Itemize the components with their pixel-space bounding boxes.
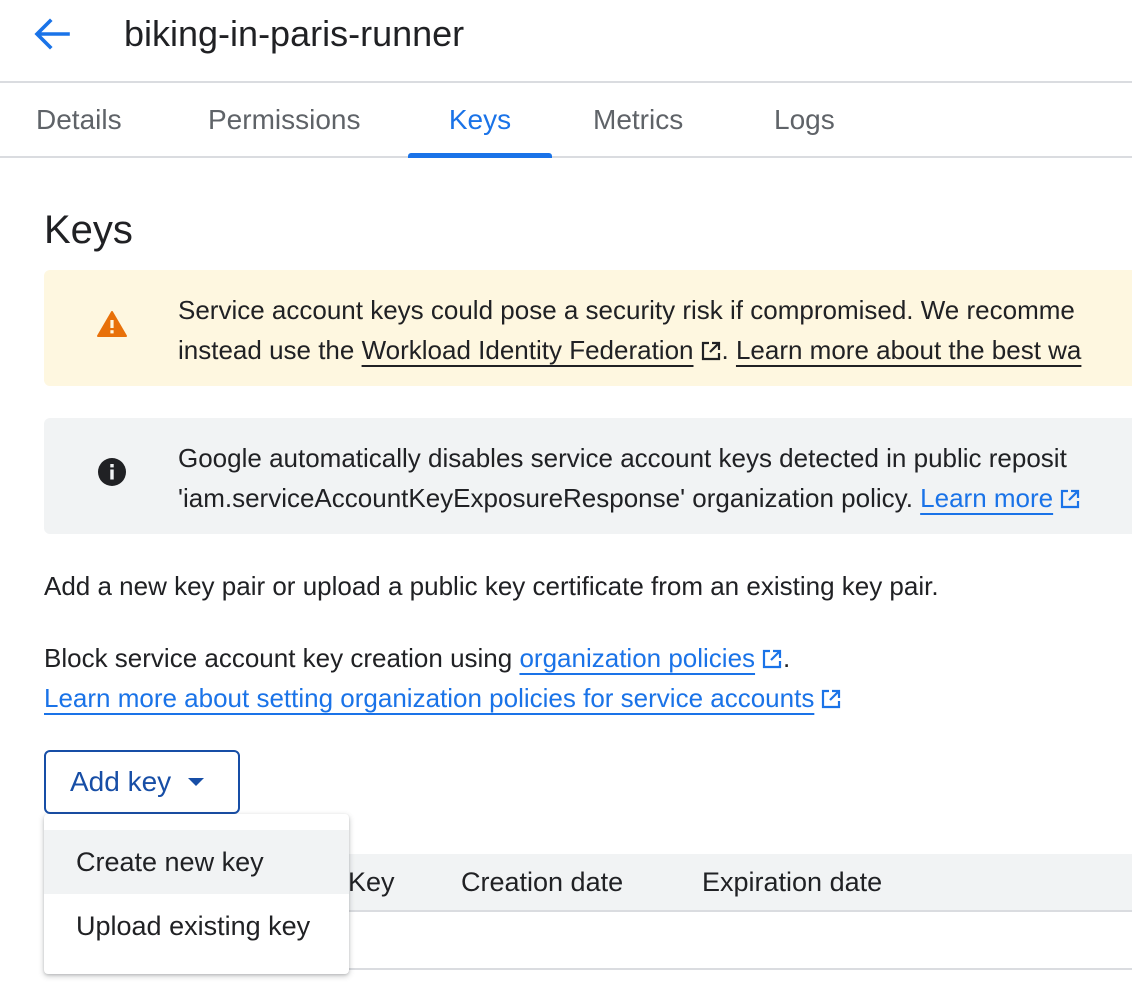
security-warning-banner: Service account keys could pose a securi… — [44, 270, 1132, 386]
learn-more-best-practices-link[interactable]: Learn more about the best wa — [736, 335, 1081, 365]
menu-item-create-new-key[interactable]: Create new key — [44, 830, 349, 894]
tab-metrics[interactable]: Metrics — [593, 83, 683, 156]
active-tab-indicator — [408, 153, 552, 158]
back-button[interactable] — [30, 14, 74, 54]
top-bar: biking-in-paris-runner — [0, 0, 1132, 83]
info-line-2-prefix: 'iam.serviceAccountKeyExposureResponse' … — [178, 483, 921, 513]
block-key-creation-text: Block service account key creation using… — [44, 638, 790, 678]
dropdown-caret-icon — [188, 778, 204, 786]
block-text-suffix: . — [783, 643, 791, 673]
learn-more-org-policies-row: Learn more about setting organization po… — [44, 678, 842, 718]
info-text: Google automatically disables service ac… — [178, 438, 1081, 518]
tab-keys[interactable]: Keys — [408, 83, 552, 156]
tab-bar: Details Permissions Keys Metrics Logs — [0, 83, 1132, 158]
warning-line-2-prefix: instead use the — [178, 335, 362, 365]
warning-line-2: instead use the Workload Identity Federa… — [178, 330, 1081, 370]
add-key-label: Add key — [70, 766, 172, 797]
column-header-key[interactable]: Key — [348, 854, 395, 910]
info-line-2: 'iam.serviceAccountKeyExposureResponse' … — [178, 478, 1081, 518]
warning-icon — [97, 311, 127, 337]
block-text-prefix: Block service account key creation using — [44, 643, 520, 673]
section-title: Keys — [44, 208, 133, 252]
tab-permissions[interactable]: Permissions — [208, 83, 360, 156]
warning-line-2-mid: . — [721, 335, 736, 365]
organization-policies-link[interactable]: organization policies — [519, 643, 755, 673]
info-learn-more-link[interactable]: Learn more — [920, 483, 1053, 513]
tab-logs[interactable]: Logs — [774, 83, 835, 156]
add-key-button[interactable]: Add key — [44, 750, 240, 814]
external-link-icon — [1061, 489, 1080, 509]
info-banner: Google automatically disables service ac… — [44, 418, 1132, 534]
warning-line-1: Service account keys could pose a securi… — [178, 295, 1075, 325]
workload-identity-federation-link[interactable]: Workload Identity Federation — [362, 335, 694, 365]
arrow-back-icon — [34, 18, 70, 50]
info-icon — [98, 458, 126, 486]
page-title: biking-in-paris-runner — [124, 13, 465, 54]
external-link-icon — [701, 341, 720, 361]
info-line-1: Google automatically disables service ac… — [178, 443, 1067, 473]
column-header-expiration-date[interactable]: Expiration date — [702, 854, 882, 910]
warning-text: Service account keys could pose a securi… — [178, 290, 1081, 370]
tab-details[interactable]: Details — [36, 83, 122, 156]
external-link-icon — [822, 689, 841, 709]
external-link-icon — [762, 649, 782, 669]
menu-item-upload-existing-key[interactable]: Upload existing key — [44, 894, 349, 958]
learn-more-org-policies-link[interactable]: Learn more about setting organization po… — [44, 683, 814, 713]
column-header-creation-date[interactable]: Creation date — [461, 854, 623, 910]
keys-description: Add a new key pair or upload a public ke… — [44, 571, 939, 601]
add-key-menu: Create new key Upload existing key — [44, 814, 349, 974]
